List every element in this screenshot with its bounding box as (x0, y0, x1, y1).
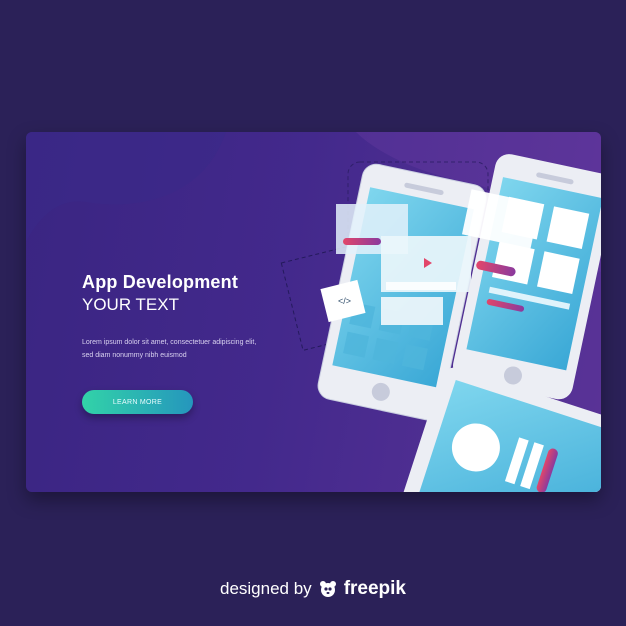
code-icon: </> (338, 296, 351, 306)
learn-more-button[interactable]: LEARN MORE (82, 390, 193, 414)
hero-body-text: Lorem ipsum dolor sit amet, consectetuer… (82, 339, 257, 359)
landing-card: </> App Development YOUR TEXT Lorem ipsu… (26, 132, 601, 492)
hero-heading-group: App Development YOUR TEXT (82, 272, 238, 315)
footer-brand[interactable]: freepik (344, 578, 406, 600)
footer-prefix: designed by (220, 579, 312, 598)
hero-title: App Development (82, 272, 239, 292)
hero-subtitle: YOUR TEXT (82, 295, 179, 314)
freepik-logo-icon (319, 581, 336, 597)
footer-credit: designed by freepik (0, 578, 626, 600)
